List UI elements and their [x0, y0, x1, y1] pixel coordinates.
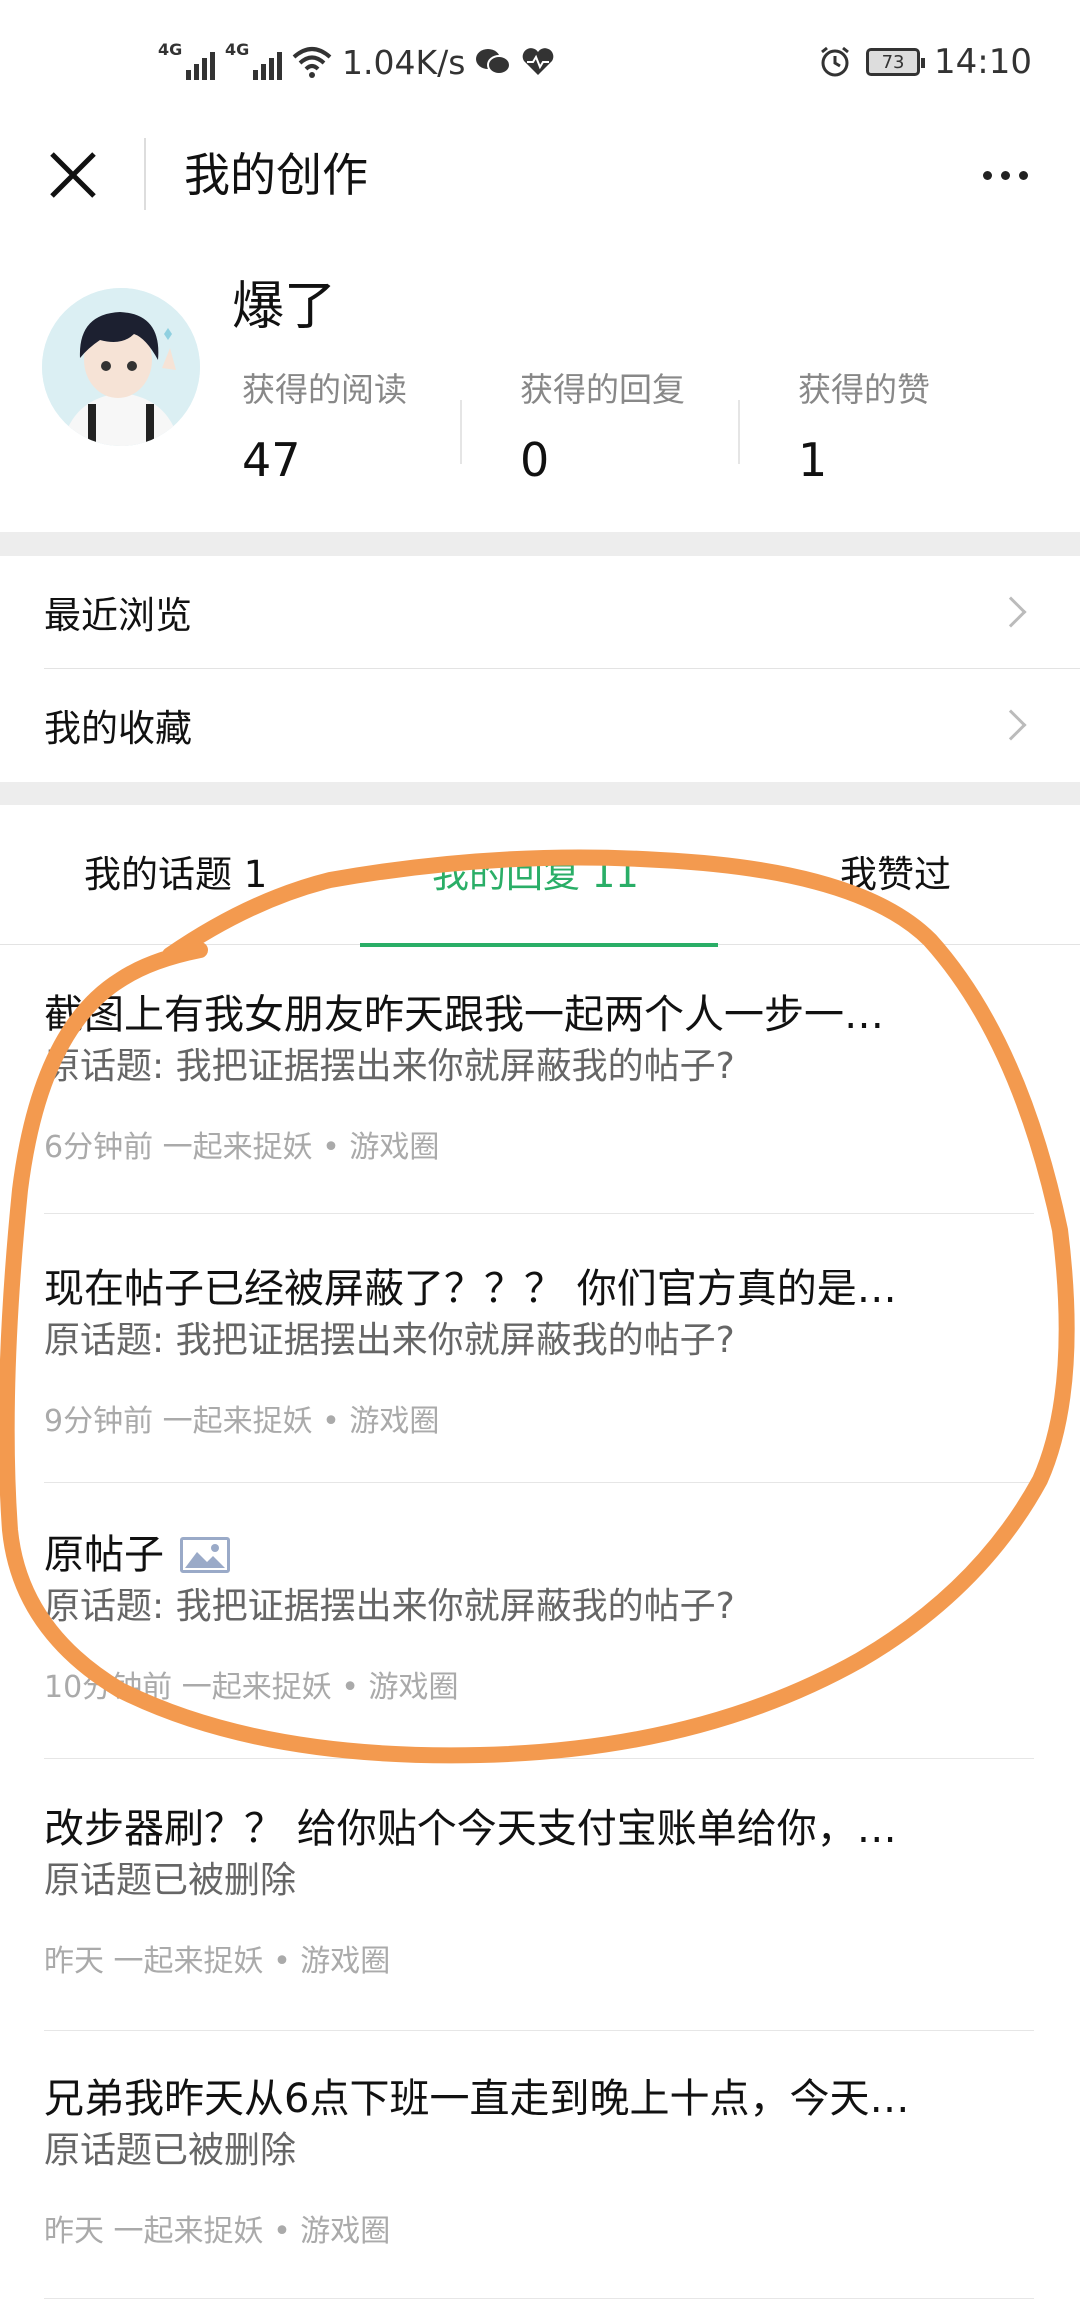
tab-bar: 我的话题 1 我的回复 11 我赞过	[0, 805, 1080, 947]
stat-label: 获得的阅读	[242, 370, 407, 409]
more-dot-icon	[1018, 170, 1028, 180]
stat-divider	[738, 400, 740, 464]
post-origin: 原话题: 我把证据摆出来你就屏蔽我的帖子?	[44, 1046, 735, 1087]
post-meta: 6分钟前 一起来捉妖 • 游戏圈	[44, 1130, 440, 1165]
avatar-image	[42, 288, 200, 446]
stat-value: 1	[798, 433, 828, 487]
list-item[interactable]: 兄弟我昨天从6点下班一直走到晚上十点，今天… 原话题已被删除 昨天 一起来捉妖 …	[44, 2072, 1034, 2254]
health-icon	[523, 48, 554, 75]
profile-header: 爆了 获得的阅读 47 获得的回复 0 获得的赞 1	[0, 260, 1080, 530]
post-origin: 原话题已被删除	[44, 1860, 297, 1901]
stat-label: 获得的赞	[798, 370, 930, 409]
post-title: 改步器刷？？ 给你贴个今天支付宝账单给你，…	[44, 1806, 897, 1852]
post-meta: 昨天 一起来捉妖 • 游戏圈	[44, 2214, 391, 2249]
post-origin: 原话题已被删除	[44, 2130, 297, 2171]
post-title: 现在帖子已经被屏蔽了？？？ 你们官方真的是…	[44, 1266, 897, 1312]
tab-active-indicator	[360, 943, 718, 947]
username: 爆了	[232, 277, 337, 337]
stat-replies: 获得的回复 0	[520, 368, 685, 490]
stat-reads: 获得的阅读 47	[242, 368, 407, 490]
alarm-icon	[821, 46, 849, 77]
post-title: 截图上有我女朋友昨天跟我一起两个人一步一…	[44, 992, 884, 1038]
network-speed: 1.04K/s	[342, 42, 466, 82]
stat-divider	[460, 400, 462, 464]
section-gap	[0, 782, 1080, 805]
post-origin: 原话题: 我把证据摆出来你就屏蔽我的帖子?	[44, 1586, 735, 1627]
post-meta: 9分钟前 一起来捉妖 • 游戏圈	[44, 1404, 440, 1439]
divider	[44, 1213, 1034, 1214]
stat-value: 0	[520, 433, 550, 487]
close-button[interactable]	[40, 142, 106, 208]
clock: 14:10	[934, 42, 1032, 82]
battery-icon: 73	[866, 48, 926, 76]
close-icon	[50, 152, 96, 198]
wifi-icon	[292, 47, 332, 78]
status-left: 4G 4G 1.04K/s	[158, 38, 555, 86]
divider	[44, 2030, 1034, 2031]
more-dot-icon	[1000, 170, 1010, 180]
divider	[44, 1758, 1034, 1759]
signal-icon: 4G	[158, 40, 215, 80]
image-icon	[180, 1537, 230, 1573]
stat-likes: 获得的赞 1	[798, 368, 930, 490]
list-item[interactable]: 截图上有我女朋友昨天跟我一起两个人一步一… 原话题: 我把证据摆出来你就屏蔽我的…	[44, 988, 1034, 1170]
menu-recent[interactable]: 最近浏览	[0, 556, 1080, 668]
stat-value: 47	[242, 433, 301, 487]
post-meta: 昨天 一起来捉妖 • 游戏圈	[44, 1944, 391, 1979]
divider	[44, 1482, 1034, 1483]
signal-icon-2: 4G	[225, 40, 282, 80]
nav-divider	[144, 138, 146, 210]
post-origin: 原话题: 我把证据摆出来你就屏蔽我的帖子?	[44, 1320, 735, 1361]
tab-my-replies[interactable]: 我的回复 11	[432, 845, 639, 905]
chevron-right-icon	[995, 709, 1027, 741]
section-gap	[0, 532, 1080, 556]
list-item[interactable]: 现在帖子已经被屏蔽了？？？ 你们官方真的是… 原话题: 我把证据摆出来你就屏蔽我…	[44, 1262, 1034, 1444]
page-title: 我的创作	[184, 148, 368, 202]
tab-liked[interactable]: 我赞过	[840, 845, 951, 905]
chevron-right-icon	[995, 596, 1027, 628]
status-right: 73 14:10	[818, 38, 1032, 86]
menu-label: 我的收藏	[44, 707, 192, 750]
list-item[interactable]: 改步器刷？？ 给你贴个今天支付宝账单给你，… 原话题已被删除 昨天 一起来捉妖 …	[44, 1802, 1034, 1984]
nav-bar: 我的创作	[0, 120, 1080, 240]
menu-favorites[interactable]: 我的收藏	[0, 669, 1080, 781]
avatar[interactable]	[42, 288, 200, 446]
more-button[interactable]	[970, 150, 1040, 200]
divider	[44, 2298, 1034, 2299]
tab-my-topics[interactable]: 我的话题 1	[84, 845, 267, 905]
more-dot-icon	[982, 170, 992, 180]
list-item[interactable]: 原帖子 原话题: 我把证据摆出来你就屏蔽我的帖子? 10分钟前 一起来捉妖 • …	[44, 1528, 1034, 1710]
post-title: 兄弟我昨天从6点下班一直走到晚上十点，今天…	[44, 2076, 910, 2122]
wechat-icon	[476, 49, 512, 75]
menu-label: 最近浏览	[44, 594, 192, 637]
post-title: 原帖子	[44, 1528, 1004, 1582]
post-meta: 10分钟前 一起来捉妖 • 游戏圈	[44, 1670, 459, 1705]
stat-label: 获得的回复	[520, 370, 685, 409]
status-bar: 4G 4G 1.04K/s 73 14:10	[0, 0, 1080, 120]
